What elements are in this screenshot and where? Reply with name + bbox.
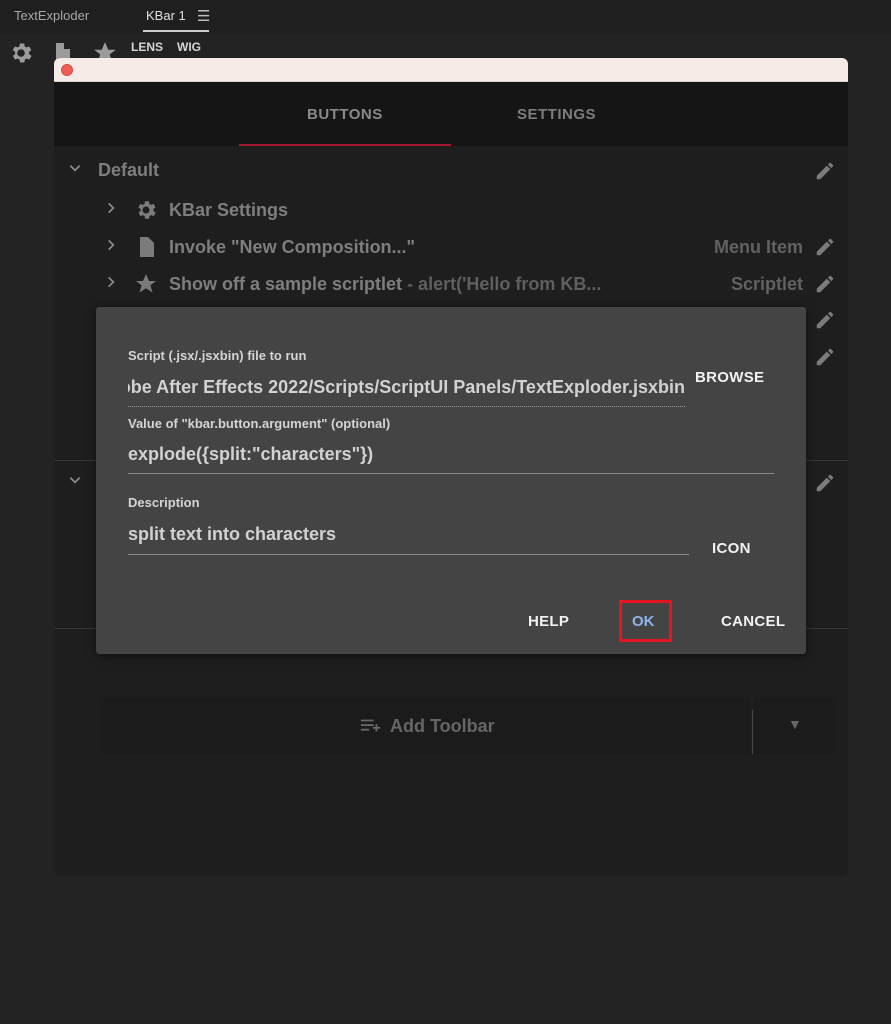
description-input[interactable]: split text into characters (128, 524, 336, 545)
group-header-default[interactable]: Default (54, 152, 848, 188)
argument-label: Value of "kbar.button.argument" (optiona… (128, 416, 391, 431)
item-type: Menu Item (713, 237, 803, 257)
argument-input[interactable]: explode({split:"characters"}) (128, 444, 373, 465)
chevron-down-icon[interactable] (68, 161, 82, 178)
list-item[interactable]: Invoke "New Composition..." Menu Item (54, 229, 848, 265)
add-toolbar-label: Add Toolbar (390, 716, 495, 736)
tab-textexploder[interactable]: TextExploder (14, 8, 89, 23)
script-file-path: /Applications/Adobe After Effects 2022/S… (128, 377, 685, 397)
gear-icon[interactable] (8, 40, 34, 71)
add-toolbar-button[interactable]: Add Toolbar (100, 698, 750, 754)
gear-icon (134, 198, 158, 222)
script-file-label: Script (.jsx/.jsxbin) file to run (128, 348, 307, 363)
pencil-icon[interactable] (814, 309, 836, 331)
group-label: Default (98, 160, 160, 180)
add-toolbar-dropdown[interactable]: ▼ (754, 698, 836, 754)
item-preview: - alert('Hello from KB... (402, 274, 602, 294)
tab-settings[interactable]: SETTINGS (517, 106, 596, 123)
script-file-input[interactable]: /Applications/Adobe After Effects 2022/S… (128, 377, 685, 398)
item-label: Invoke "New Composition..." (169, 237, 416, 257)
item-label: Show off a sample scriptlet - alert('Hel… (169, 274, 601, 295)
list-item[interactable]: KBar Settings (54, 192, 848, 228)
pencil-icon[interactable] (814, 472, 836, 494)
wig-button[interactable]: WIG (177, 40, 201, 54)
window-titlebar (54, 58, 848, 82)
icon-button[interactable]: ICON (712, 540, 751, 557)
pencil-icon[interactable] (814, 236, 836, 258)
tab-kbar-1[interactable]: KBar 1 (146, 8, 186, 23)
playlist-add-icon (358, 715, 382, 742)
caret-down-icon: ▼ (788, 716, 802, 732)
description-label: Description (128, 495, 200, 510)
help-button[interactable]: HELP (528, 613, 569, 630)
chevron-right-icon[interactable] (104, 238, 118, 255)
chevron-right-icon[interactable] (104, 275, 118, 292)
active-tab-underline (143, 30, 209, 32)
argument-underline (128, 473, 774, 474)
cancel-button[interactable]: CANCEL (721, 613, 785, 630)
list-item[interactable]: Show off a sample scriptlet - alert('Hel… (54, 266, 848, 302)
item-title: Show off a sample scriptlet (169, 274, 403, 294)
pencil-icon[interactable] (814, 346, 836, 368)
button-split-divider (752, 710, 753, 754)
edit-button-dialog: Script (.jsx/.jsxbin) file to run /Appli… (96, 307, 806, 654)
panel-menu-icon[interactable]: ☰ (197, 7, 210, 25)
item-label: KBar Settings (169, 200, 289, 220)
document-icon (134, 235, 158, 259)
pencil-icon[interactable] (814, 273, 836, 295)
browse-button[interactable]: BROWSE (695, 369, 764, 386)
description-underline (128, 554, 689, 555)
ok-button[interactable]: OK (632, 613, 655, 630)
chevron-right-icon[interactable] (104, 201, 118, 218)
script-file-underline (128, 406, 685, 407)
panel-tab-bar: TextExploder KBar 1 ☰ (0, 0, 891, 34)
star-icon (134, 272, 158, 296)
settings-tab-bar: BUTTONS SETTINGS (54, 82, 848, 146)
chevron-down-icon[interactable] (68, 473, 82, 492)
pencil-icon[interactable] (814, 160, 836, 182)
tab-buttons[interactable]: BUTTONS (307, 106, 383, 123)
window-close-icon[interactable] (61, 64, 73, 76)
lens-button[interactable]: LENS (131, 40, 163, 54)
item-type: Scriptlet (730, 274, 803, 294)
